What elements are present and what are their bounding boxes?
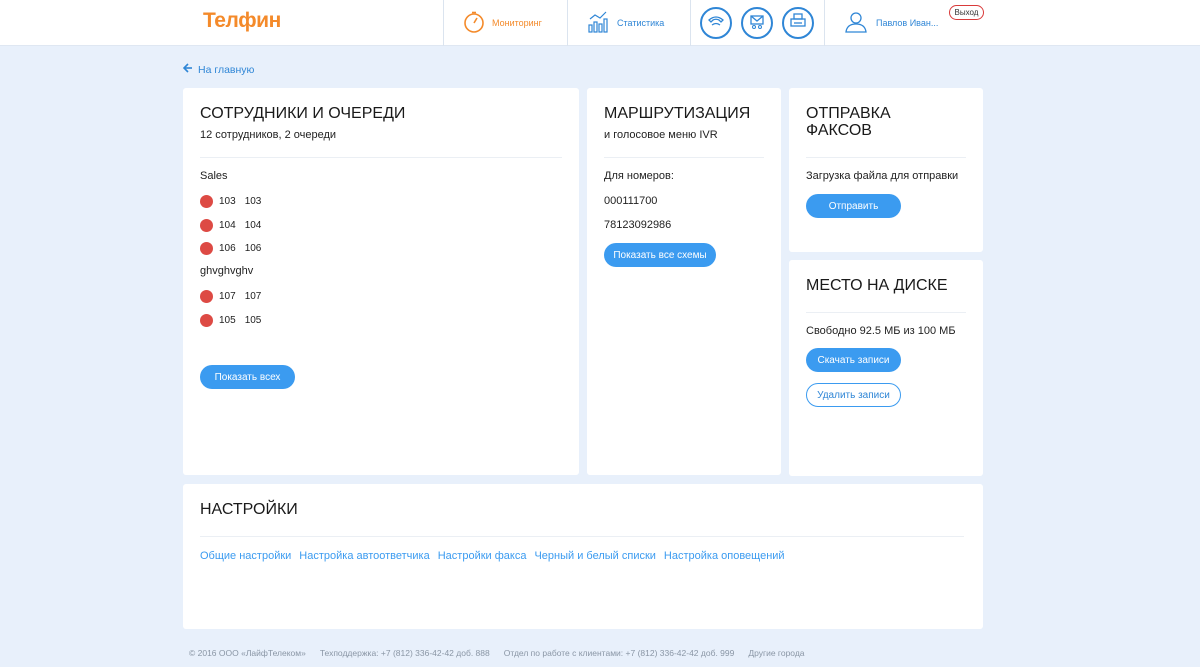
nav-divider — [443, 0, 444, 46]
user-icon — [844, 10, 868, 36]
employee-ext: 105 — [219, 315, 236, 326]
send-fax-button[interactable]: Отправить — [806, 194, 901, 218]
divider — [200, 536, 964, 537]
phone-icon — [707, 12, 725, 35]
employee-name: 107 — [244, 291, 262, 302]
settings-card: НАСТРОЙКИ Общие настройки Настройка авто… — [183, 484, 983, 629]
nav-divider — [690, 0, 691, 46]
fax-title-line2: ФАКСОВ — [806, 122, 872, 139]
user-menu[interactable]: Павлов Иван... — [844, 0, 938, 46]
back-link-label: На главную — [198, 63, 255, 76]
employees-subtitle: 12 сотрудников, 2 очереди — [200, 129, 337, 141]
employees-card: СОТРУДНИКИ И ОЧЕРЕДИ 12 сотрудников, 2 о… — [183, 88, 579, 475]
routing-card: МАРШРУТИЗАЦИЯ и голосовое меню IVR Для н… — [587, 88, 781, 475]
footer-other-cities-link[interactable]: Другие города — [748, 648, 804, 658]
settings-link-general[interactable]: Общие настройки — [200, 550, 291, 562]
employee-ext: 104 — [219, 220, 236, 231]
nav-monitoring[interactable]: Мониторинг — [462, 0, 542, 46]
employee-name: 105 — [244, 315, 262, 326]
arrow-left-icon — [182, 63, 193, 76]
employee-name: 103 — [244, 196, 262, 207]
list-item[interactable]: 105 105 — [200, 314, 261, 327]
list-item[interactable]: 106 106 — [200, 242, 261, 255]
footer-clients: Отдел по работе с клиентами: +7 (812) 33… — [503, 648, 735, 658]
list-item[interactable]: 104 104 — [200, 219, 261, 232]
employee-name: 104 — [244, 220, 262, 231]
fax-card: ОТПРАВКА ФАКСОВ Загрузка файла для отпра… — [789, 88, 983, 252]
status-dot-icon — [200, 290, 213, 303]
back-to-home-link[interactable]: На главную — [182, 63, 255, 76]
phone-number[interactable]: 000111700 — [604, 195, 657, 207]
logout-button[interactable]: Выход — [949, 5, 984, 20]
phone-number[interactable]: 78123092986 — [604, 219, 671, 231]
footer-copyright: © 2016 ООО «ЛайфТелеком» — [189, 648, 306, 658]
fax-icon — [789, 12, 807, 35]
employee-ext: 103 — [219, 196, 236, 207]
delete-records-button[interactable]: Удалить записи — [806, 383, 901, 407]
queue-name[interactable]: ghvghvghv — [200, 265, 253, 277]
status-dot-icon — [200, 314, 213, 327]
list-item[interactable]: 107 107 — [200, 290, 261, 303]
settings-link-fax[interactable]: Настройки факса — [438, 550, 527, 562]
employees-title: СОТРУДНИКИ И ОЧЕРЕДИ — [200, 105, 406, 122]
disk-title: МЕСТО НА ДИСКЕ — [806, 277, 948, 294]
fax-upload-label: Загрузка файла для отправки — [806, 170, 959, 182]
employee-name: 106 — [244, 243, 262, 254]
nav-divider — [567, 0, 568, 46]
routing-title: МАРШРУТИЗАЦИЯ — [604, 105, 751, 122]
settings-title: НАСТРОЙКИ — [200, 501, 298, 518]
nav-monitoring-label: Мониторинг — [492, 18, 542, 28]
envelope-icon — [748, 12, 766, 35]
employee-ext: 107 — [219, 291, 236, 302]
divider — [200, 157, 562, 158]
footer-support: Техподдержка: +7 (812) 336-42-42 доб. 88… — [319, 648, 490, 658]
divider — [604, 157, 764, 158]
stopwatch-icon — [462, 10, 486, 36]
settings-link-notifications[interactable]: Настройка оповещений — [664, 550, 785, 562]
routing-subtitle: и голосовое меню IVR — [604, 129, 718, 141]
numbers-label: Для номеров: — [604, 170, 674, 182]
settings-link-black-white-lists[interactable]: Черный и белый списки — [534, 550, 655, 562]
fax-button[interactable] — [782, 7, 814, 39]
footer: © 2016 ООО «ЛайфТелеком» Техподдержка: +… — [189, 648, 819, 658]
show-all-schemes-button[interactable]: Показать все схемы — [604, 243, 716, 267]
settings-links: Общие настройки Настройка автоответчика … — [200, 550, 793, 562]
phone-button[interactable] — [700, 7, 732, 39]
employee-ext: 106 — [219, 243, 236, 254]
disk-card: МЕСТО НА ДИСКЕ Свободно 92.5 МБ из 100 М… — [789, 260, 983, 476]
divider — [806, 157, 966, 158]
nav-divider — [824, 0, 825, 46]
nav-statistics-label: Статистика — [617, 18, 665, 28]
messages-button[interactable] — [741, 7, 773, 39]
telfin-logo[interactable]: Телфин — [203, 9, 281, 33]
show-all-employees-button[interactable]: Показать всех — [200, 365, 295, 389]
queue-name[interactable]: Sales — [200, 170, 228, 182]
nav-statistics[interactable]: Статистика — [587, 0, 664, 46]
download-records-button[interactable]: Скачать записи — [806, 348, 901, 372]
list-item[interactable]: 103 103 — [200, 195, 261, 208]
disk-free-space: Свободно 92.5 МБ из 100 МБ — [806, 325, 956, 337]
top-header: Телфин Мониторинг Статистика Павлов Иван… — [0, 0, 1200, 46]
user-name: Павлов Иван... — [876, 18, 939, 28]
fax-title-line1: ОТПРАВКА — [806, 105, 891, 122]
status-dot-icon — [200, 195, 213, 208]
status-dot-icon — [200, 242, 213, 255]
divider — [806, 312, 966, 313]
bar-chart-icon — [587, 10, 611, 36]
status-dot-icon — [200, 219, 213, 232]
settings-link-autoresponder[interactable]: Настройка автоответчика — [299, 550, 429, 562]
